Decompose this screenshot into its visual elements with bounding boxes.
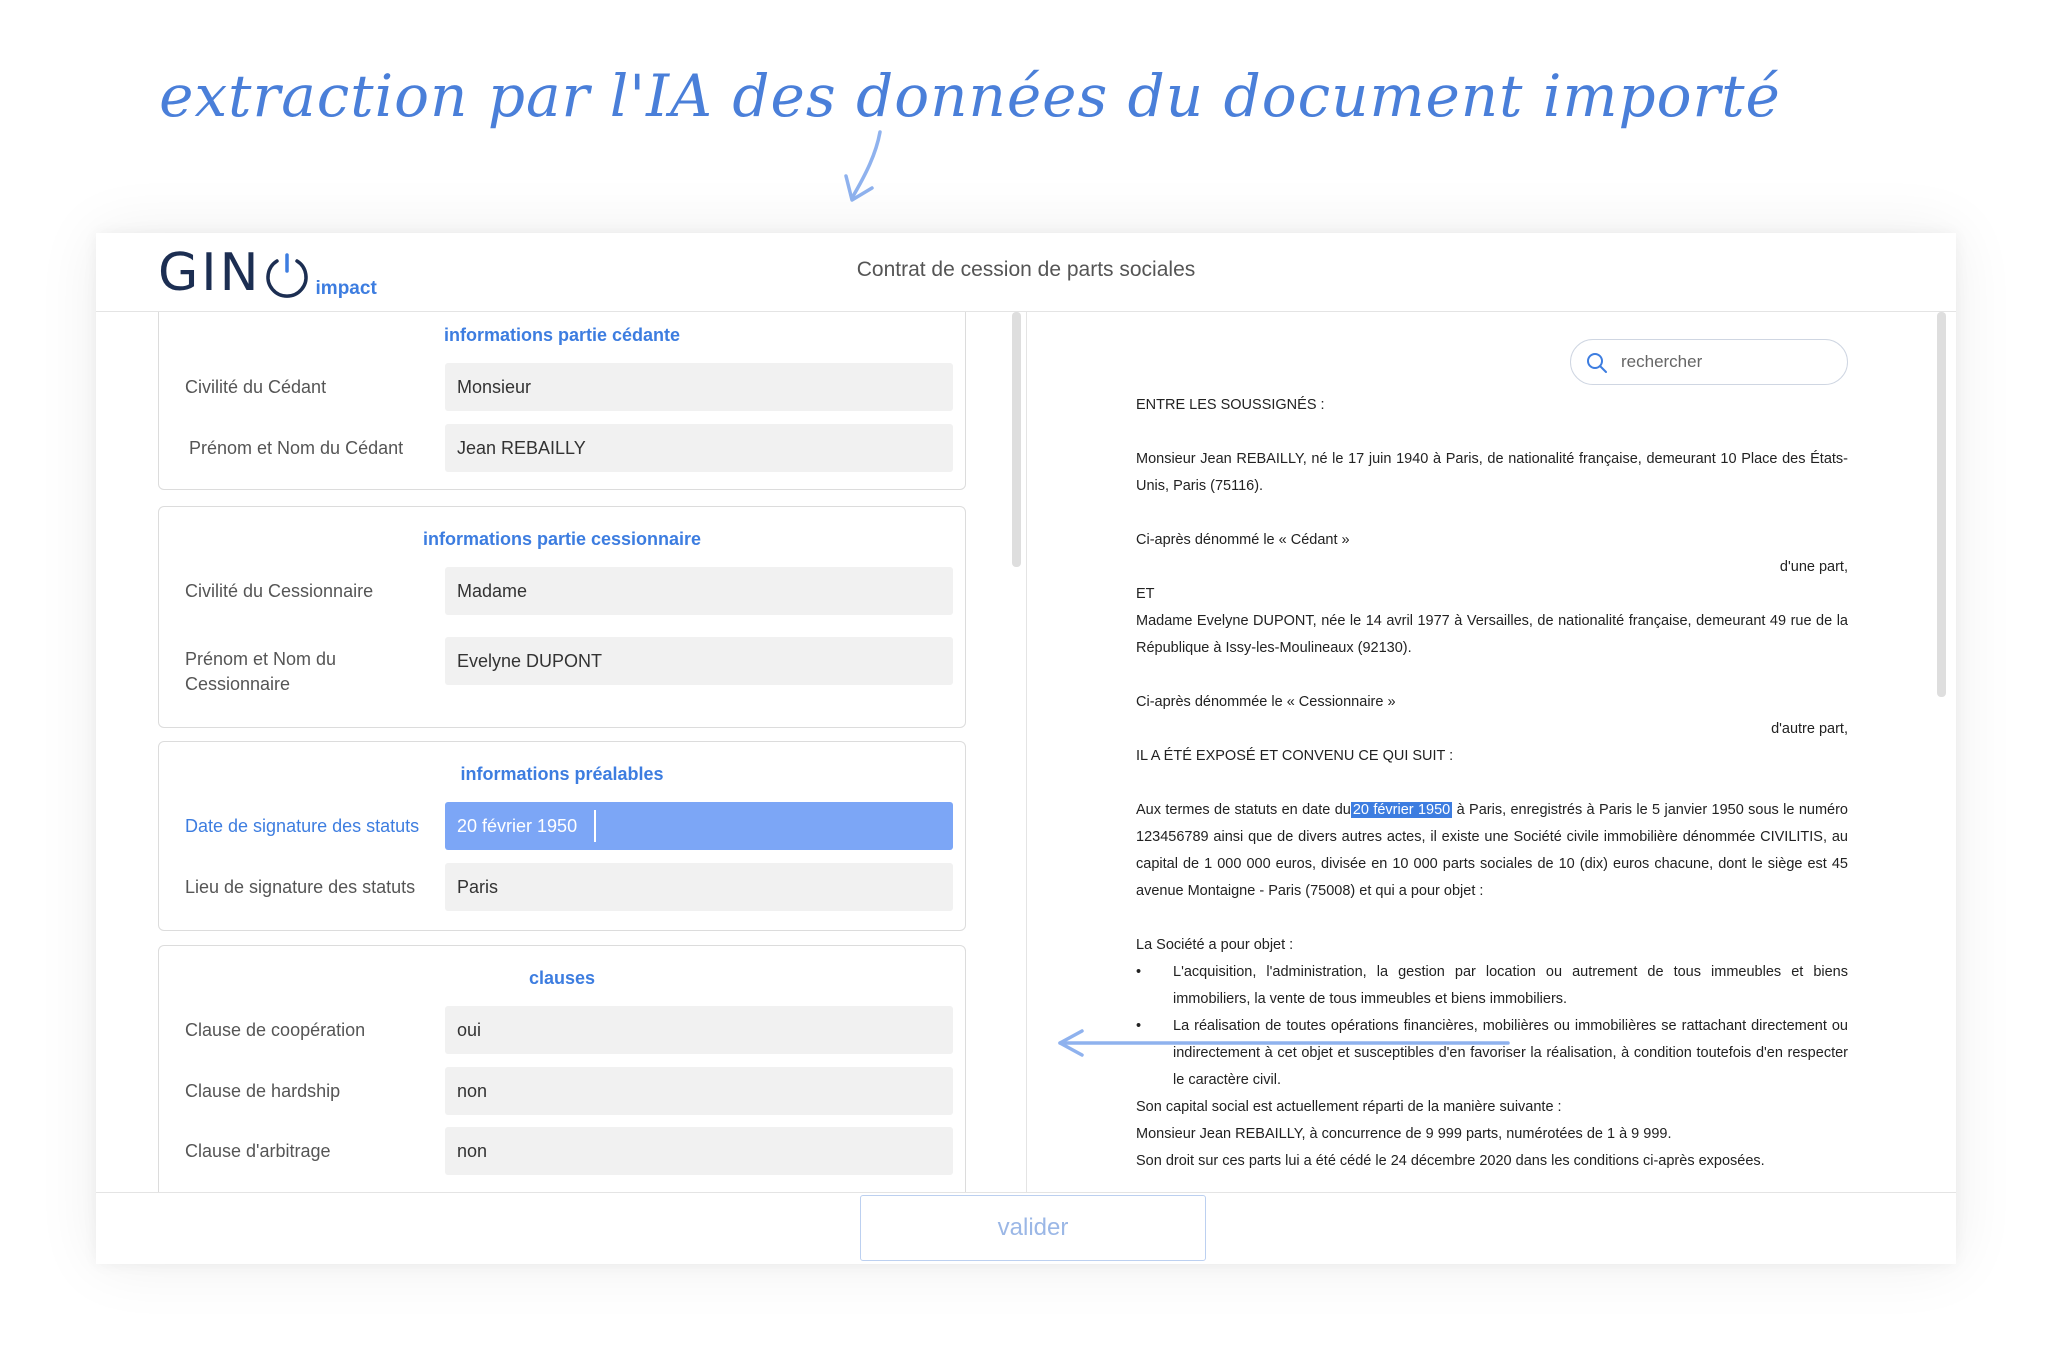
- field-label: Lieu de signature des statuts: [185, 877, 416, 897]
- doc-paragraph: Monsieur Jean REBAILLY, né le 17 juin 19…: [1136, 451, 1848, 494]
- card-clauses: clauses Clause de coopération oui Clause…: [158, 945, 966, 1192]
- bullet-text: L'acquisition, l'administration, la gest…: [1173, 964, 1848, 1007]
- doc-text: Aux termes de statuts en date du: [1136, 802, 1351, 818]
- app-window: GIN impact Contrat de cession de parts s…: [96, 233, 1956, 1264]
- footer: valider: [96, 1192, 1956, 1264]
- logo-subtitle: impact: [315, 278, 377, 299]
- doc-paragraph: Ci-après dénommée le « Cessionnaire »: [1136, 694, 1396, 710]
- search-input[interactable]: [1621, 340, 1836, 384]
- field-text: 20 février 1950: [457, 816, 578, 836]
- doc-paragraph: d'autre part,: [1771, 721, 1848, 737]
- card-title: clauses: [528, 968, 596, 988]
- text-cursor: [594, 810, 596, 842]
- card-title: informations préalables: [460, 764, 664, 784]
- card-cessionnaire: informations partie cessionnaire Civilit…: [158, 506, 966, 728]
- arrow-down-icon: [844, 130, 882, 202]
- civilite-cessionnaire-field[interactable]: Madame: [445, 567, 953, 615]
- field-label: Civilité du Cessionnaire: [185, 581, 374, 601]
- highlighted-date: 20 février 1950: [1350, 802, 1453, 818]
- doc-paragraph: Son capital social est actuellement répa…: [1136, 1099, 1562, 1115]
- nom-cedant-field[interactable]: Jean REBAILLY: [445, 424, 953, 472]
- clause-hardship-field[interactable]: non: [445, 1067, 953, 1115]
- clause-arbitrage-field[interactable]: non: [445, 1127, 953, 1175]
- doc-paragraph: La Société a pour objet :: [1136, 937, 1294, 953]
- validate-button[interactable]: valider: [860, 1195, 1206, 1261]
- bullet-dot: •: [1136, 964, 1142, 980]
- card-title: informations partie cédante: [443, 325, 681, 345]
- caption-title: extraction par l'IA des données du docum…: [159, 62, 1781, 130]
- search-box[interactable]: [1570, 339, 1848, 385]
- field-label: Prénom et Nom du Cédant: [189, 438, 404, 458]
- doc-paragraph: d'une part,: [1779, 559, 1848, 575]
- card-cedante: informations partie cédante Civilité du …: [158, 312, 966, 490]
- document-pane: ENTRE LES SOUSSIGNÉS : Monsieur Jean REB…: [1027, 312, 1956, 1192]
- doc-paragraph: Monsieur Jean REBAILLY, à concurrence de…: [1136, 1126, 1672, 1142]
- doc-paragraph: Madame Evelyne DUPONT, née le 14 avril 1…: [1136, 613, 1848, 656]
- field-label: Prénom et Nom du Cessionnaire: [185, 649, 337, 694]
- field-label: Clause d'arbitrage: [185, 1141, 331, 1161]
- nom-cessionnaire-field[interactable]: Evelyne DUPONT: [445, 637, 953, 685]
- document-scrollbar[interactable]: [1937, 312, 1946, 697]
- card-title: informations partie cessionnaire: [422, 529, 702, 549]
- date-signature-field[interactable]: 20 février 1950: [445, 802, 953, 850]
- doc-paragraph: Son droit sur ces parts lui a été cédé l…: [1136, 1153, 1765, 1169]
- doc-paragraph: Aux termes de statuts en date du 20 févri…: [1136, 797, 1848, 905]
- clause-cooperation-field[interactable]: oui: [445, 1006, 953, 1054]
- document-title: Contrat de cession de parts sociales: [856, 258, 1196, 281]
- form-pane: informations partie cédante Civilité du …: [96, 312, 1026, 1192]
- doc-paragraph: Ci-après dénommé le « Cédant »: [1136, 532, 1350, 548]
- doc-paragraph: ENTRE LES SOUSSIGNÉS :: [1136, 397, 1325, 413]
- doc-bullet: • L'acquisition, l'administration, la ges…: [1136, 959, 1848, 1013]
- civilite-cedant-field[interactable]: Monsieur: [445, 363, 953, 411]
- field-label: Clause de hardship: [185, 1081, 341, 1101]
- field-label: Clause de coopération: [185, 1020, 366, 1040]
- header: GIN impact Contrat de cession de parts s…: [96, 233, 1956, 312]
- doc-paragraph: ET: [1136, 586, 1155, 602]
- field-label: Civilité du Cédant: [185, 377, 327, 397]
- form-scrollbar[interactable]: [1012, 312, 1021, 567]
- card-prealables: informations préalables Date de signatur…: [158, 741, 966, 931]
- search-icon: [1587, 353, 1607, 373]
- arrow-left-icon: [1058, 1029, 1510, 1057]
- lieu-signature-field[interactable]: Paris: [445, 863, 953, 911]
- doc-paragraph: IL A ÉTÉ EXPOSÉ ET CONVENU CE QUI SUIT :: [1136, 748, 1454, 764]
- field-label-active: Date de signature des statuts: [185, 816, 420, 836]
